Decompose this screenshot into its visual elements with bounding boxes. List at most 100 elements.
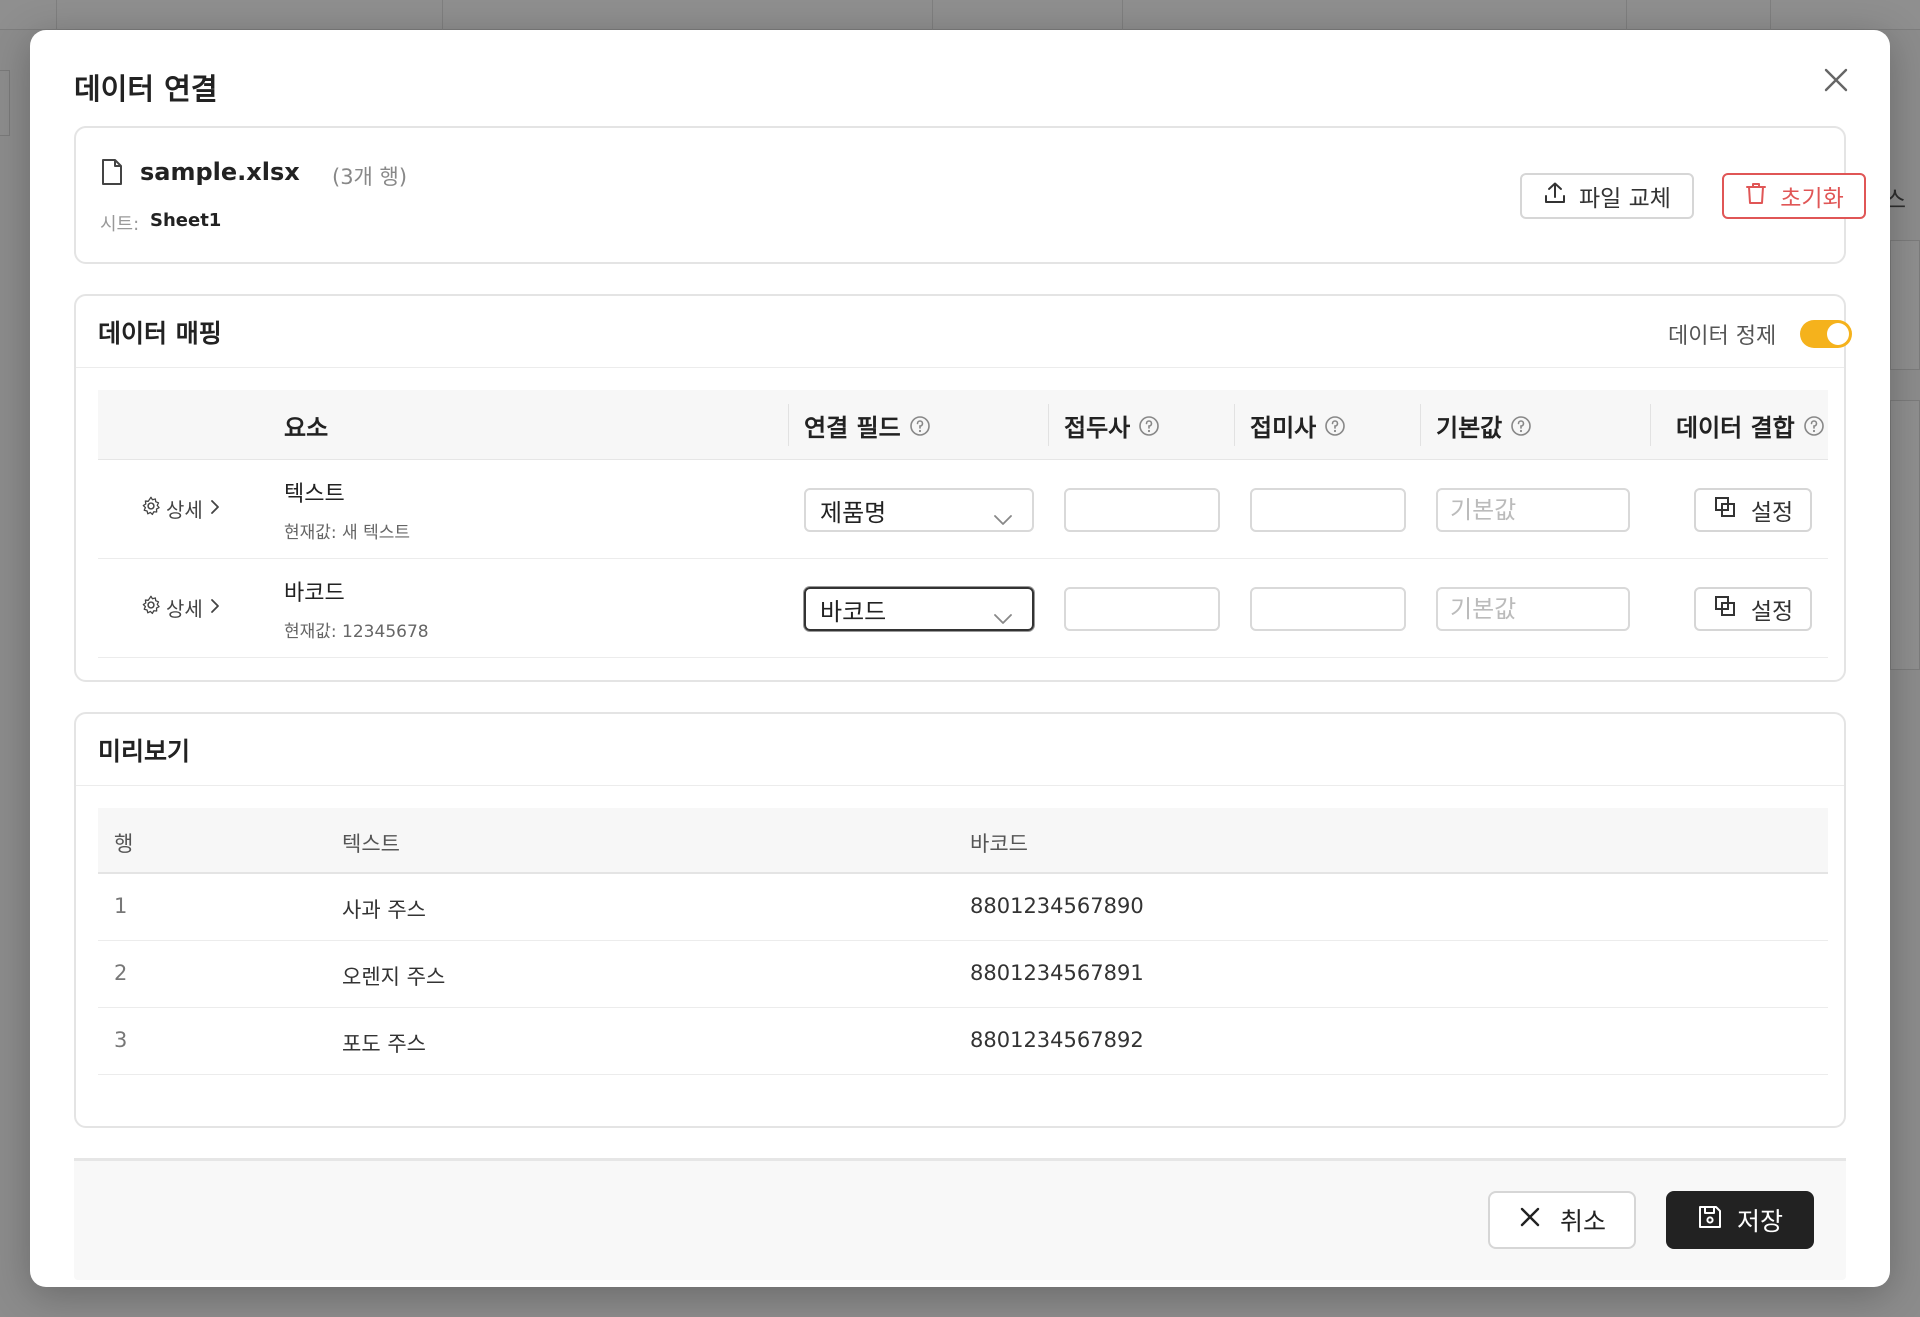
field-select-value: 바코드: [820, 597, 887, 626]
prefix-input[interactable]: [1064, 587, 1220, 631]
preview-cell-row: 3: [114, 1028, 128, 1052]
combine-settings-label: 설정: [1750, 500, 1794, 526]
preview-row: 2 오렌지 주스 8801234567891: [98, 941, 1828, 1008]
background-divider: [56, 0, 57, 30]
column-default: 기본값: [1436, 408, 1532, 443]
preview-row: 3 포도 주스 8801234567892: [98, 1008, 1828, 1075]
field-select-value: 제품명: [820, 498, 887, 527]
detail-link[interactable]: 상세: [140, 593, 223, 622]
close-icon: [1518, 1205, 1542, 1235]
detail-link[interactable]: 상세: [140, 494, 223, 523]
suffix-input[interactable]: [1250, 488, 1406, 532]
preview-header: 미리보기: [76, 714, 1844, 786]
preview-cell-text: 사과 주스: [342, 898, 426, 922]
column-divider: [788, 404, 789, 446]
save-label: 저장: [1736, 1207, 1783, 1236]
prefix-input[interactable]: [1064, 488, 1220, 532]
cancel-button[interactable]: 취소: [1488, 1191, 1636, 1249]
suffix-input[interactable]: [1250, 587, 1406, 631]
chevron-right-icon: [207, 497, 223, 521]
copy-icon: [1713, 495, 1737, 525]
preview-table: 행 텍스트 바코드 1 사과 주스 8801234567890 2 오렌지 주스…: [98, 808, 1828, 1075]
file-name: sample.xlsx: [140, 158, 300, 186]
default-value-input[interactable]: [1436, 488, 1630, 532]
column-combine: 데이터 결합: [1676, 408, 1825, 443]
sheet-label: 시트:: [100, 214, 140, 235]
gear-icon: [140, 495, 162, 522]
column-field: 연결 필드: [804, 408, 931, 443]
modal-title: 데이터 연결: [74, 72, 218, 106]
preview-cell-barcode: 8801234567891: [970, 961, 1144, 985]
help-icon[interactable]: [1803, 415, 1825, 437]
mapping-table: 요소 연결 필드 접두사 접미사 기본값 데이터 결합 상세 텍스트 현재값: …: [98, 390, 1828, 658]
combine-settings-button[interactable]: 설정: [1694, 488, 1812, 532]
background-side-panel: [1890, 240, 1920, 370]
preview-cell-text: 오렌지 주스: [342, 965, 446, 989]
reset-button[interactable]: 초기화: [1722, 173, 1866, 219]
preview-table-header: 행 텍스트 바코드: [98, 808, 1828, 874]
gear-icon: [140, 594, 162, 621]
background-tab: [0, 70, 10, 136]
copy-icon: [1713, 594, 1737, 624]
chevron-right-icon: [207, 596, 223, 620]
background-divider: [932, 0, 933, 30]
file-icon: [100, 158, 124, 186]
combine-settings-button[interactable]: 설정: [1694, 587, 1812, 631]
save-button[interactable]: 저장: [1666, 1191, 1814, 1249]
data-cleanup-label: 데이터 정제: [1668, 324, 1777, 349]
save-icon: [1697, 1204, 1723, 1236]
background-divider: [1122, 0, 1123, 30]
combine-settings-label: 설정: [1750, 599, 1794, 625]
data-cleanup-toggle[interactable]: [1800, 320, 1852, 348]
element-name: 바코드: [284, 581, 345, 606]
background-side-panel: [1890, 400, 1920, 670]
field-select[interactable]: 바코드: [804, 587, 1034, 631]
column-suffix: 접미사: [1250, 408, 1346, 443]
mapping-row: 상세 바코드 현재값: 12345678 바코드 설정: [98, 559, 1828, 658]
background-divider: [1626, 0, 1627, 30]
preview-column-text: 텍스트: [342, 832, 400, 856]
replace-file-label: 파일 교체: [1579, 186, 1671, 212]
toggle-knob: [1827, 323, 1849, 345]
help-icon[interactable]: [909, 415, 931, 437]
close-icon[interactable]: [1820, 64, 1852, 96]
modal-footer: 취소 저장: [74, 1158, 1846, 1280]
background-divider: [1770, 0, 1771, 30]
trash-icon: [1744, 181, 1768, 211]
help-icon[interactable]: [1510, 415, 1532, 437]
preview-row: 1 사과 주스 8801234567890: [98, 874, 1828, 941]
mapping-title: 데이터 매핑: [98, 319, 222, 348]
detail-label: 상세: [166, 597, 203, 621]
preview-card: 미리보기 행 텍스트 바코드 1 사과 주스 8801234567890 2 오…: [74, 712, 1846, 1128]
element-name: 텍스트: [284, 482, 345, 507]
preview-cell-row: 1: [114, 894, 128, 918]
detail-label: 상세: [166, 498, 203, 522]
column-prefix: 접두사: [1064, 408, 1160, 443]
preview-cell-text: 포도 주스: [342, 1032, 426, 1056]
background-divider: [442, 0, 443, 30]
preview-column-barcode: 바코드: [970, 832, 1028, 856]
column-divider: [1420, 404, 1421, 446]
replace-file-button[interactable]: 파일 교체: [1520, 173, 1694, 219]
help-icon[interactable]: [1324, 415, 1346, 437]
help-icon[interactable]: [1138, 415, 1160, 437]
data-connection-modal: 데이터 연결 sample.xlsx (3개 행) 시트: Sheet1 파일 …: [30, 30, 1890, 1287]
chevron-down-icon: [994, 603, 1012, 624]
file-info-card: sample.xlsx (3개 행) 시트: Sheet1 파일 교체 초기화: [74, 126, 1866, 264]
cancel-label: 취소: [1559, 1207, 1606, 1236]
sheet-value: Sheet1: [150, 210, 222, 231]
preview-title: 미리보기: [98, 737, 191, 766]
file-row-count: (3개 행): [332, 165, 408, 189]
column-divider: [1650, 404, 1651, 446]
column-divider: [1234, 404, 1235, 446]
element-current-value: 현재값: 새 텍스트: [284, 523, 411, 543]
chevron-down-icon: [994, 504, 1012, 525]
preview-cell-row: 2: [114, 961, 128, 985]
background-toolbar: [0, 0, 1920, 30]
upload-icon: [1543, 181, 1567, 211]
default-value-input[interactable]: [1436, 587, 1630, 631]
field-select[interactable]: 제품명: [804, 488, 1034, 532]
column-element: 요소: [284, 414, 329, 442]
preview-column-row: 행: [114, 832, 134, 856]
reset-label: 초기화: [1780, 186, 1844, 212]
